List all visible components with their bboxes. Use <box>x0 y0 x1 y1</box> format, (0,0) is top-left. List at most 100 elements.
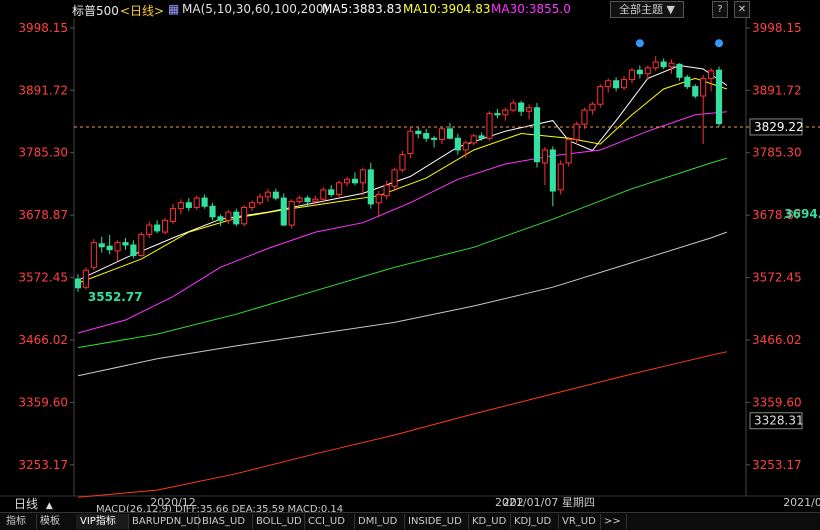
candle-up[interactable] <box>597 86 604 105</box>
candle-up[interactable] <box>557 163 564 191</box>
candle-up[interactable] <box>138 233 145 257</box>
candle-down[interactable] <box>676 63 683 78</box>
candle-down[interactable] <box>660 61 667 68</box>
candle-up[interactable] <box>391 169 398 187</box>
candle-up[interactable] <box>312 198 319 203</box>
candle-down[interactable] <box>415 130 422 135</box>
candle-up[interactable] <box>375 194 382 204</box>
tab-barupdn-ud[interactable]: BARUPDN_UD <box>128 514 201 529</box>
candle-up[interactable] <box>359 169 366 184</box>
candle-down[interactable] <box>549 149 556 192</box>
candle-down[interactable] <box>454 137 461 151</box>
candle-down[interactable] <box>272 191 279 199</box>
theme-dropdown[interactable]: 全部主题 ▼ <box>610 1 684 18</box>
candle-up[interactable] <box>177 202 184 210</box>
candle-down[interactable] <box>217 216 224 221</box>
event-marker[interactable] <box>715 39 723 48</box>
candle-down[interactable] <box>233 211 240 225</box>
candle-up[interactable] <box>343 178 351 184</box>
candle-up[interactable] <box>320 189 327 200</box>
tab-boll-ud[interactable]: BOLL_UD <box>252 514 305 529</box>
candle-up[interactable] <box>264 191 271 198</box>
candle-down[interactable] <box>106 245 113 251</box>
candle-up[interactable] <box>526 107 533 112</box>
candle-down[interactable] <box>154 224 161 232</box>
candle-up[interactable] <box>296 197 303 203</box>
tab-dmi-ud[interactable]: DMI_UD <box>354 514 405 529</box>
candle-down[interactable] <box>494 113 501 116</box>
close-button[interactable]: ✕ <box>734 1 750 18</box>
candle-down[interactable] <box>209 205 216 218</box>
candle-up[interactable] <box>652 61 659 69</box>
candle-up[interactable] <box>573 123 580 140</box>
event-marker[interactable] <box>635 39 644 48</box>
candle-down[interactable] <box>280 197 287 226</box>
candle-down[interactable] <box>446 128 454 139</box>
candle-down[interactable] <box>431 137 438 140</box>
candle-down[interactable] <box>518 102 525 112</box>
tab-vr-ud[interactable]: VR_UD <box>558 514 601 529</box>
tab-bias-ud[interactable]: BIAS_UD <box>198 514 253 529</box>
ma-settings-icon[interactable]: ▦ <box>168 2 179 16</box>
candle-down[interactable] <box>130 244 137 257</box>
candle-up[interactable] <box>470 135 477 144</box>
candle-up[interactable] <box>193 197 200 208</box>
candle-up[interactable] <box>383 184 390 197</box>
candle-up[interactable] <box>169 208 177 223</box>
candle-up[interactable] <box>581 109 588 125</box>
candle-up[interactable] <box>462 142 469 151</box>
tab-vip指标[interactable]: VIP指标 <box>76 514 129 529</box>
candle-down[interactable] <box>533 107 541 163</box>
candle-up[interactable] <box>146 224 153 235</box>
candle-up[interactable] <box>700 77 707 97</box>
interval-selector[interactable]: 日线 ▲ <box>14 495 53 512</box>
candle-down[interactable] <box>478 135 485 139</box>
candle-down[interactable] <box>328 189 335 196</box>
candle-up[interactable] <box>541 149 548 164</box>
tab-cci-ud[interactable]: CCI_UD <box>304 514 355 529</box>
interval-tag[interactable]: <日线> <box>120 2 164 19</box>
candle-down[interactable] <box>122 242 129 246</box>
tab-指标[interactable]: 指标 <box>2 514 37 529</box>
tab--[interactable]: >> <box>600 514 627 529</box>
tab-模板[interactable]: 模板 <box>36 514 77 529</box>
help-button[interactable]: ? <box>712 1 728 18</box>
candle-up[interactable] <box>644 67 651 75</box>
candle-up[interactable] <box>605 80 612 88</box>
candle-down[interactable] <box>201 197 208 207</box>
candle-down[interactable] <box>692 86 699 97</box>
candle-up[interactable] <box>438 128 446 140</box>
candle-up[interactable] <box>628 69 636 81</box>
tab-inside-ud[interactable]: INSIDE_UD <box>404 514 469 529</box>
ma-params[interactable]: MA(5,10,30,60,100,200) <box>182 2 328 16</box>
candle-up[interactable] <box>668 62 675 68</box>
candle-up[interactable] <box>161 219 169 233</box>
candle-down[interactable] <box>636 69 643 75</box>
candle-up[interactable] <box>510 102 517 111</box>
candle-up[interactable] <box>620 79 628 89</box>
candle-down[interactable] <box>98 243 105 248</box>
tab-kdj-ud[interactable]: KDJ_UD <box>510 514 559 529</box>
candle-up[interactable] <box>241 206 248 225</box>
candle-down[interactable] <box>423 133 430 139</box>
candle-up[interactable] <box>114 242 121 252</box>
candle-down[interactable] <box>613 80 620 89</box>
candle-up[interactable] <box>256 196 264 204</box>
symbol-name[interactable]: 标普500 <box>72 2 119 19</box>
candle-down[interactable] <box>351 178 359 184</box>
candle-up[interactable] <box>399 154 406 171</box>
tab-kd-ud[interactable]: KD_UD <box>468 514 511 529</box>
candle-down[interactable] <box>684 76 691 88</box>
candle-up[interactable] <box>708 70 715 79</box>
candle-down[interactable] <box>304 197 311 203</box>
candle-up[interactable] <box>249 202 256 208</box>
candle-up[interactable] <box>407 130 414 154</box>
candle-up[interactable] <box>565 138 572 164</box>
candle-up[interactable] <box>486 113 493 139</box>
candle-up[interactable] <box>225 211 232 221</box>
candle-down[interactable] <box>715 69 723 125</box>
candlestick-chart[interactable]: 3998.15 3998.15 3891.72 3891.72 3785.30 3785.… <box>0 0 820 512</box>
candle-up[interactable] <box>288 201 295 226</box>
candle-down[interactable] <box>185 202 192 208</box>
candle-up[interactable] <box>82 269 89 288</box>
